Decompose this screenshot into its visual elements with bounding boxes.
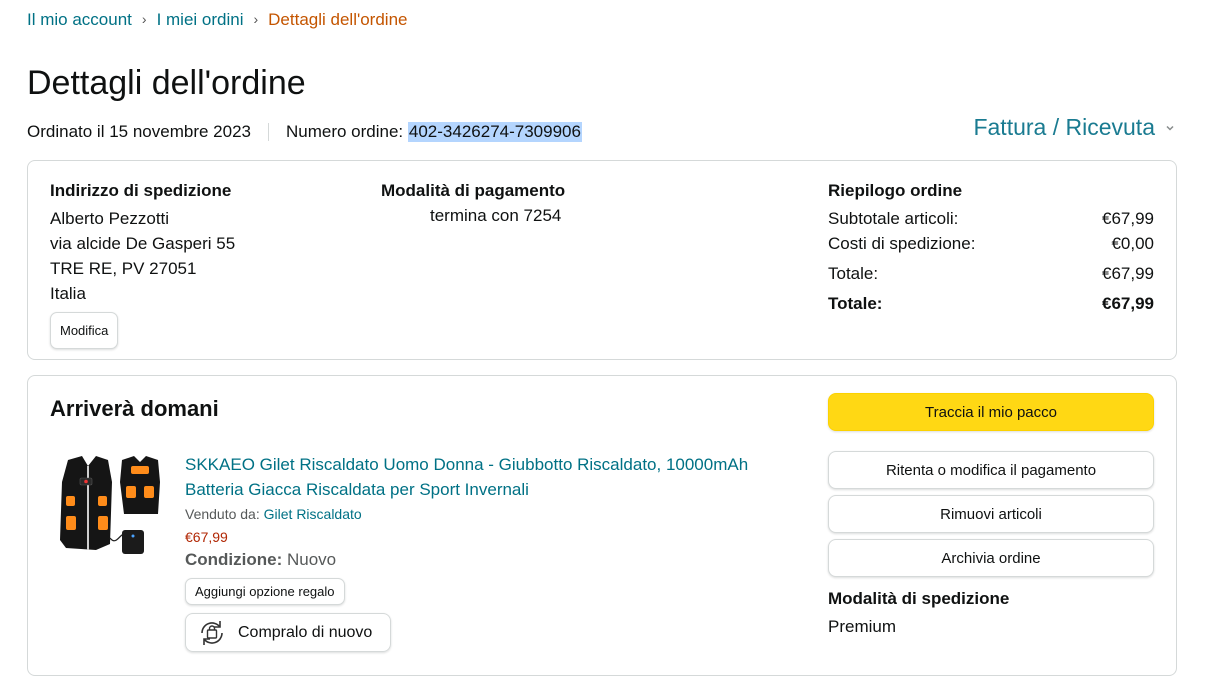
order-info-card: Indirizzo di spedizione Alberto Pezzotti… [27, 160, 1177, 360]
retry-payment-button[interactable]: Ritenta o modifica il pagamento [828, 451, 1154, 489]
breadcrumb: Il mio account › I miei ordini › Dettagl… [27, 10, 408, 30]
shipping-address-heading: Indirizzo di spedizione [50, 181, 232, 200]
breadcrumb-separator: › [141, 11, 147, 27]
order-summary-heading: Riepilogo ordine [828, 181, 963, 200]
summary-label: Subtotale articoli: [828, 209, 959, 228]
breadcrumb-separator: › [253, 11, 259, 27]
payment-card-ending: termina con 7254 [430, 206, 562, 225]
meta-divider [267, 123, 269, 141]
shipping-address-section: Indirizzo di spedizione Alberto Pezzotti… [50, 181, 235, 349]
sold-by: Venduto da: Gilet Riscaldato [185, 506, 785, 522]
address-line: Alberto Pezzotti [50, 209, 170, 228]
product-image[interactable] [54, 452, 166, 567]
seller-link[interactable]: Gilet Riscaldato [264, 506, 362, 522]
summary-value: €0,00 [1111, 234, 1154, 253]
product-condition: Condizione: Nuovo [185, 550, 785, 570]
address-line: via alcide De Gasperi 55 [50, 234, 236, 253]
shipping-mode-heading: Modalità di spedizione [828, 589, 1010, 608]
order-summary-section: Riepilogo ordine Subtotale articoli: €67… [828, 181, 1154, 316]
arrival-heading: Arriverà domani [50, 396, 219, 421]
breadcrumb-my-account[interactable]: Il mio account [27, 10, 132, 30]
payment-section: Modalità di pagamento termina con 7254 [381, 181, 565, 226]
summary-label: Totale: [828, 294, 883, 313]
summary-row-subtotal: Subtotale articoli: €67,99 [828, 206, 1154, 231]
summary-value: €67,99 [1102, 264, 1154, 283]
summary-value: €67,99 [1102, 209, 1154, 228]
summary-label: Costi di spedizione: [828, 234, 976, 253]
page-title: Dettagli dell'ordine [27, 64, 306, 102]
address-line: Italia [50, 284, 86, 303]
order-date: Ordinato il 15 novembre 2023 [27, 122, 251, 141]
payment-heading: Modalità di pagamento [381, 181, 566, 200]
order-meta: Ordinato il 15 novembre 2023 Numero ordi… [27, 122, 582, 142]
order-number-value[interactable]: 402-3426274-7309906 [407, 122, 582, 142]
summary-row-grand-total: Totale: €67,99 [828, 291, 1154, 316]
track-package-button[interactable]: Traccia il mio pacco [828, 393, 1154, 431]
archive-order-button[interactable]: Archivia ordine [828, 539, 1154, 577]
buy-again-label: Compralo di nuovo [238, 623, 373, 641]
summary-row-total: Totale: €67,99 [828, 261, 1154, 286]
shipment-actions: Traccia il mio pacco Ritenta o modifica … [828, 393, 1154, 637]
address-line: TRE RE, PV 27051 [50, 259, 197, 278]
condition-value: Nuovo [287, 550, 337, 569]
remove-items-button[interactable]: Rimuovi articoli [828, 495, 1154, 533]
sold-by-label: Venduto da: [185, 506, 260, 522]
summary-label: Totale: [828, 264, 879, 283]
shipping-mode-value: Premium [828, 617, 897, 636]
breadcrumb-current: Dettagli dell'ordine [268, 10, 408, 29]
order-number-label: Numero ordine: [285, 122, 404, 141]
chevron-down-icon [1166, 125, 1174, 131]
breadcrumb-my-orders[interactable]: I miei ordini [157, 10, 244, 30]
summary-value: €67,99 [1102, 294, 1154, 313]
buy-again-button[interactable]: Compralo di nuovo [185, 613, 391, 652]
invoice-dropdown[interactable]: Fattura / Ricevuta [973, 114, 1177, 141]
summary-row-shipping: Costi di spedizione: €0,00 [828, 231, 1154, 256]
product-info: SKKAEO Gilet Riscaldato Uomo Donna - Giu… [185, 452, 785, 652]
condition-label: Condizione: [185, 550, 283, 569]
product-title-link[interactable]: SKKAEO Gilet Riscaldato Uomo Donna - Giu… [185, 452, 785, 502]
add-gift-option-button[interactable]: Aggiungi opzione regalo [185, 578, 345, 605]
product-price: €67,99 [185, 529, 228, 545]
buy-again-icon [201, 620, 223, 645]
shipment-card: Arriverà domani SKKAEO Gilet Riscaldato … [27, 375, 1177, 676]
edit-address-button[interactable]: Modifica [50, 312, 119, 349]
invoice-link-label: Fattura / Ricevuta [973, 114, 1155, 140]
